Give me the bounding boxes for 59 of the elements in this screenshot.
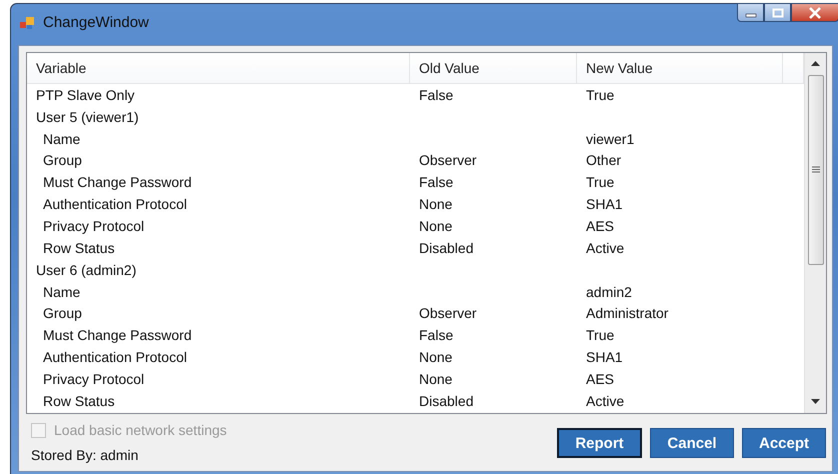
table-cell: Privacy Protocol bbox=[43, 218, 144, 234]
table-cell: AES bbox=[586, 218, 614, 234]
column-header[interactable]: Old Value bbox=[410, 53, 577, 83]
table-cell: Privacy Protocol bbox=[43, 370, 144, 387]
table-cell: True bbox=[586, 86, 614, 103]
table-cell: Active bbox=[586, 392, 624, 409]
table-cell: Row Status bbox=[43, 240, 115, 256]
grip-icon bbox=[812, 166, 820, 174]
table-cell: False bbox=[419, 86, 454, 103]
app-icon bbox=[19, 14, 35, 30]
checkbox-label: Load basic network settings bbox=[54, 422, 227, 438]
table-cell: Observer bbox=[419, 152, 477, 168]
scroll-up-icon bbox=[811, 61, 820, 67]
window-title: ChangeWindow bbox=[43, 14, 149, 31]
table-cell: admin2 bbox=[586, 284, 632, 300]
table-cell: Administrator bbox=[586, 305, 668, 322]
table-cell: Must Change Password bbox=[43, 174, 192, 190]
scrollbar-thumb[interactable] bbox=[808, 75, 824, 265]
table-cell: None bbox=[419, 370, 452, 387]
dialog-button[interactable]: Report bbox=[557, 428, 642, 458]
table-cell: Group bbox=[43, 305, 82, 322]
table-cell: Row Status bbox=[43, 392, 115, 409]
scroll-down-icon bbox=[811, 399, 820, 405]
table-cell: False bbox=[419, 327, 454, 344]
table-cell-text: PTP Slave Only bbox=[35, 86, 136, 103]
table-cell: Other bbox=[586, 152, 622, 168]
table-cell: None bbox=[419, 349, 452, 366]
table-cell: True bbox=[586, 327, 614, 344]
table-cell: viewer1 bbox=[586, 130, 634, 147]
close-button[interactable] bbox=[791, 3, 838, 22]
table-cell: True bbox=[586, 174, 614, 190]
table-cell: Observer bbox=[419, 305, 477, 322]
table-cell: AES bbox=[586, 370, 614, 387]
table-cell: SHA1 bbox=[586, 196, 623, 212]
table-cell-text: User 5 (viewer1) bbox=[35, 108, 140, 125]
table-cell: Disabled bbox=[419, 392, 474, 409]
table-cell: Authentication Protocol bbox=[43, 196, 187, 212]
maximize-button[interactable] bbox=[764, 3, 791, 22]
maximize-icon bbox=[772, 8, 784, 18]
table-cell: False bbox=[419, 174, 454, 190]
stored-by-text: Stored By: admin bbox=[31, 447, 140, 463]
table-cell: Active bbox=[586, 240, 624, 256]
table-cell-text: User 6 (admin2) bbox=[35, 262, 138, 278]
table-cell: Disabled bbox=[419, 240, 474, 256]
table-cell: None bbox=[419, 218, 452, 234]
scrollbar[interactable] bbox=[804, 53, 826, 413]
close-icon bbox=[808, 6, 822, 18]
table-cell: Name bbox=[43, 130, 80, 147]
table-cell: SHA1 bbox=[586, 349, 623, 366]
dialog-button[interactable]: Cancel bbox=[650, 428, 734, 458]
table-cell: Must Change Password bbox=[43, 327, 192, 344]
dialog-button[interactable]: Accept bbox=[742, 428, 826, 458]
minimize-button[interactable] bbox=[737, 3, 764, 22]
table-cell: None bbox=[419, 196, 452, 212]
column-header[interactable]: New Value bbox=[577, 53, 783, 83]
table-cell: Group bbox=[43, 152, 82, 168]
column-header[interactable]: Variable bbox=[27, 53, 410, 83]
table-cell: Name bbox=[43, 284, 80, 300]
table-cell: Authentication Protocol bbox=[43, 349, 187, 366]
